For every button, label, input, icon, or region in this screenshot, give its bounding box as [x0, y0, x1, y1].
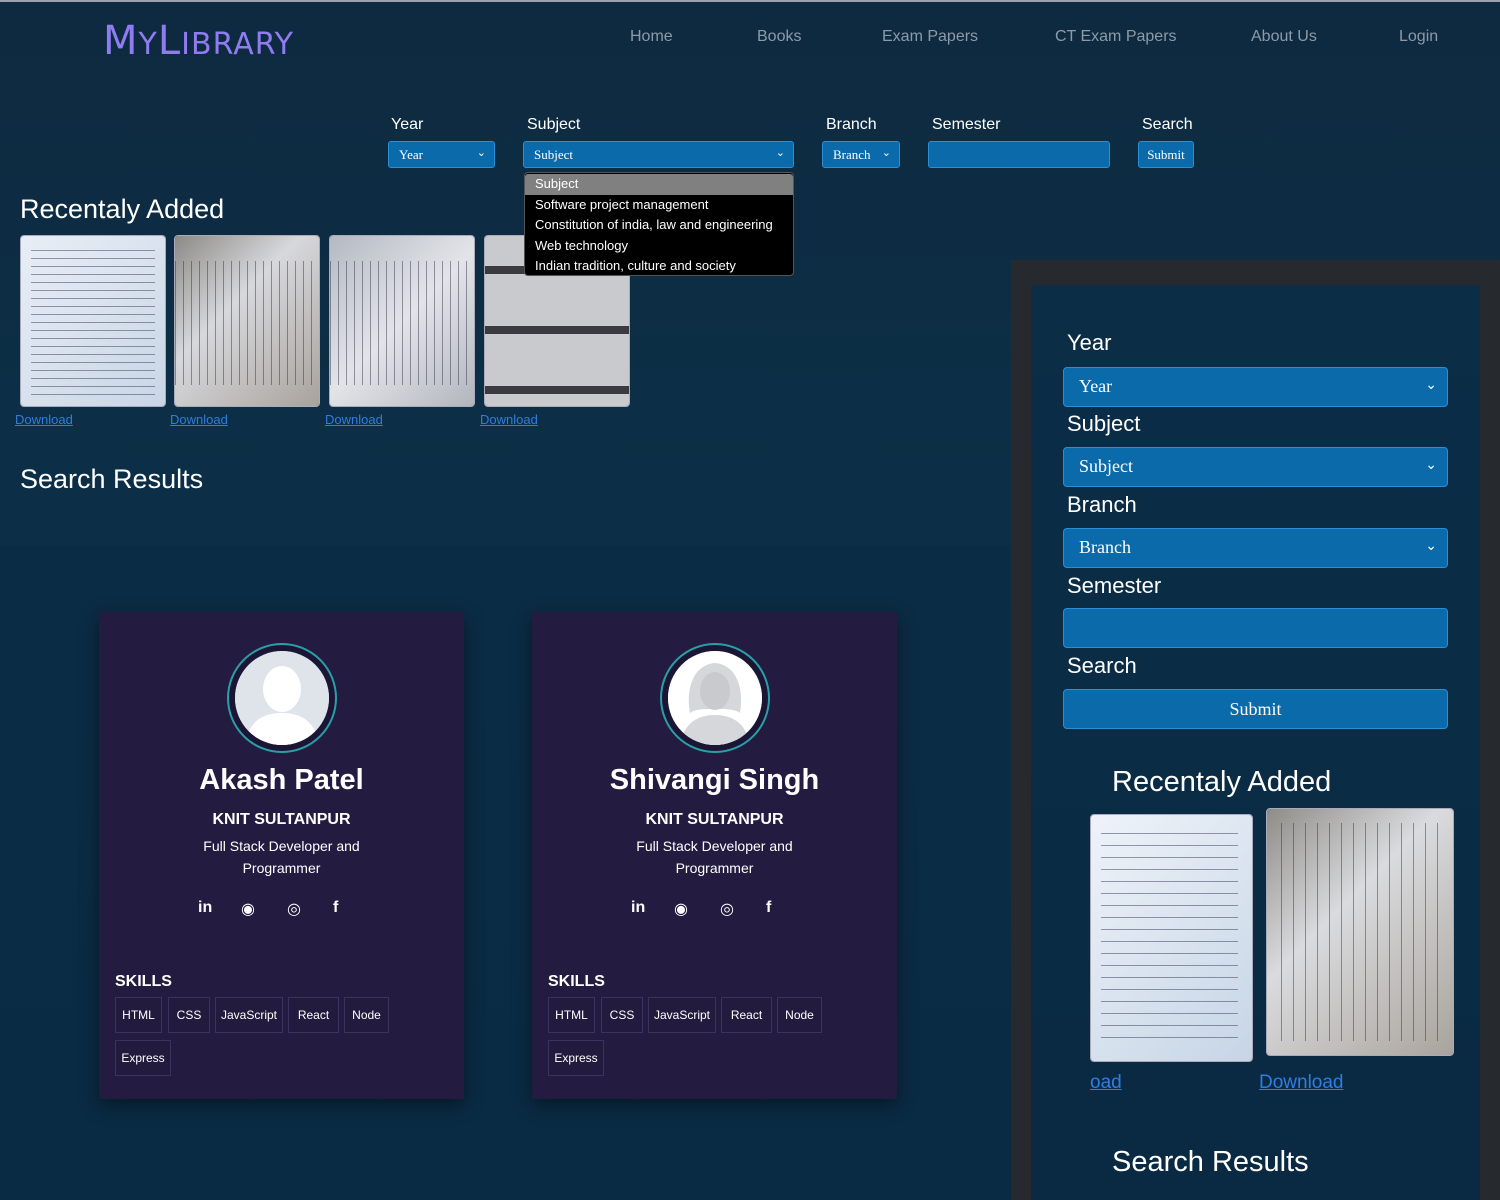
skill-tag: React — [721, 997, 772, 1033]
skill-tag: CSS — [168, 997, 210, 1033]
download-link[interactable]: Download — [1259, 1072, 1344, 1094]
submit-button[interactable]: Submit — [1138, 141, 1194, 168]
skill-tag: React — [288, 997, 339, 1033]
skill-tag: Express — [548, 1040, 604, 1076]
top-border — [0, 0, 1500, 2]
year-select-value: Year — [399, 147, 423, 162]
subject-select-value: Subject — [534, 147, 573, 162]
skill-tag: HTML — [548, 997, 595, 1033]
linkedin-icon[interactable]: in — [631, 899, 645, 917]
skill-tag: Node — [777, 997, 822, 1033]
mobile-search-label: Search — [1067, 653, 1137, 678]
skills-heading: SKILLS — [548, 973, 605, 990]
search-results-title: Search Results — [20, 464, 204, 494]
nav-ct-exam-papers[interactable]: CT Exam Papers — [1055, 28, 1177, 46]
nav-home[interactable]: Home — [630, 28, 673, 46]
chevron-down-icon: ⌄ — [476, 146, 486, 159]
nav-books[interactable]: Books — [757, 28, 801, 46]
mobile-submit-button[interactable]: Submit — [1063, 689, 1448, 729]
linkedin-icon[interactable]: in — [198, 899, 212, 917]
download-link[interactable]: Download — [480, 412, 538, 427]
search-label: Search — [1142, 116, 1193, 133]
subject-option[interactable]: Software project management — [525, 195, 793, 216]
mobile-semester-input[interactable] — [1063, 608, 1448, 648]
paper-thumbnail[interactable] — [174, 235, 320, 407]
mobile-subject-label: Subject — [1067, 411, 1141, 436]
female-avatar-icon — [668, 651, 762, 745]
male-avatar-icon — [235, 651, 329, 745]
skill-tag: Express — [115, 1040, 171, 1076]
skill-tag: CSS — [601, 997, 643, 1033]
team-card: Shivangi Singh KNIT SULTANPUR Full Stack… — [532, 612, 897, 1099]
mobile-recent-title: Recentaly Added — [1112, 766, 1332, 798]
semester-input[interactable] — [928, 141, 1110, 168]
github-icon[interactable]: ◉ — [241, 899, 255, 919]
skill-tag: Node — [344, 997, 389, 1033]
paper-thumbnail[interactable] — [329, 235, 475, 407]
member-org: KNIT SULTANPUR — [645, 811, 784, 828]
download-link[interactable]: Download — [15, 412, 73, 427]
member-name: Akash Patel — [199, 764, 364, 796]
subject-label: Subject — [527, 116, 581, 133]
paper-thumbnail[interactable] — [1090, 814, 1253, 1062]
main-nav: Home Books Exam Papers CT Exam Papers Ab… — [0, 28, 1500, 48]
nav-login[interactable]: Login — [1399, 28, 1438, 46]
download-link[interactable]: Download — [170, 412, 228, 427]
mobile-search-results-title: Search Results — [1112, 1146, 1309, 1178]
chevron-down-icon: ⌄ — [1425, 538, 1437, 554]
mobile-subject-select[interactable]: Subject ⌄ — [1063, 447, 1448, 487]
chevron-down-icon: ⌄ — [1425, 457, 1437, 473]
mobile-branch-label: Branch — [1067, 492, 1137, 517]
branch-select[interactable]: Branch ⌄ — [822, 141, 900, 168]
social-links: in ◉ ◎ f — [631, 899, 801, 919]
mobile-subject-value: Subject — [1079, 456, 1133, 476]
member-name: Shivangi Singh — [609, 764, 820, 796]
mobile-branch-value: Branch — [1079, 537, 1131, 557]
skill-tag: JavaScript — [648, 997, 716, 1033]
semester-label: Semester — [932, 116, 1001, 133]
github-icon[interactable]: ◉ — [674, 899, 688, 919]
branch-label: Branch — [826, 116, 877, 133]
avatar — [660, 643, 770, 753]
subject-select[interactable]: Subject ⌄ — [523, 141, 794, 168]
facebook-icon[interactable]: f — [333, 899, 338, 917]
paper-thumbnail[interactable] — [1266, 808, 1454, 1056]
recent-title: Recentaly Added — [20, 194, 225, 224]
download-link[interactable]: Download — [325, 412, 383, 427]
subject-option[interactable]: Web technology — [525, 236, 793, 257]
subject-dropdown-list: Subject Software project management Cons… — [524, 172, 794, 276]
chevron-down-icon: ⌄ — [1425, 377, 1437, 393]
mobile-year-value: Year — [1079, 376, 1113, 396]
mobile-year-label: Year — [1067, 330, 1112, 355]
facebook-icon[interactable]: f — [766, 899, 771, 917]
branch-select-value: Branch — [833, 147, 871, 162]
mobile-semester-label: Semester — [1067, 573, 1162, 598]
subject-option[interactable]: Indian tradition, culture and society — [525, 256, 793, 277]
skill-tag: JavaScript — [215, 997, 283, 1033]
subject-option[interactable]: Subject — [525, 174, 793, 195]
mobile-branch-select[interactable]: Branch ⌄ — [1063, 528, 1448, 568]
nav-about-us[interactable]: About Us — [1251, 28, 1317, 46]
member-org: KNIT SULTANPUR — [212, 811, 351, 828]
paper-thumbnail[interactable] — [20, 235, 166, 407]
member-role: Full Stack Developer and Programmer — [203, 838, 360, 876]
instagram-icon[interactable]: ◎ — [720, 899, 734, 919]
download-link[interactable]: oad — [1090, 1072, 1122, 1094]
team-card: Akash Patel KNIT SULTANPUR Full Stack De… — [99, 612, 464, 1099]
avatar — [227, 643, 337, 753]
subject-option[interactable]: Constitution of india, law and engineeri… — [525, 215, 793, 236]
instagram-icon[interactable]: ◎ — [287, 899, 301, 919]
skills-heading: SKILLS — [115, 973, 172, 990]
year-label: Year — [391, 116, 424, 133]
skill-tag: HTML — [115, 997, 162, 1033]
mobile-year-select[interactable]: Year ⌄ — [1063, 367, 1448, 407]
year-select[interactable]: Year ⌄ — [388, 141, 495, 168]
chevron-down-icon: ⌄ — [775, 146, 785, 159]
member-role: Full Stack Developer and Programmer — [636, 838, 793, 876]
social-links: in ◉ ◎ f — [198, 899, 368, 919]
chevron-down-icon: ⌄ — [881, 146, 891, 159]
nav-exam-papers[interactable]: Exam Papers — [882, 28, 978, 46]
